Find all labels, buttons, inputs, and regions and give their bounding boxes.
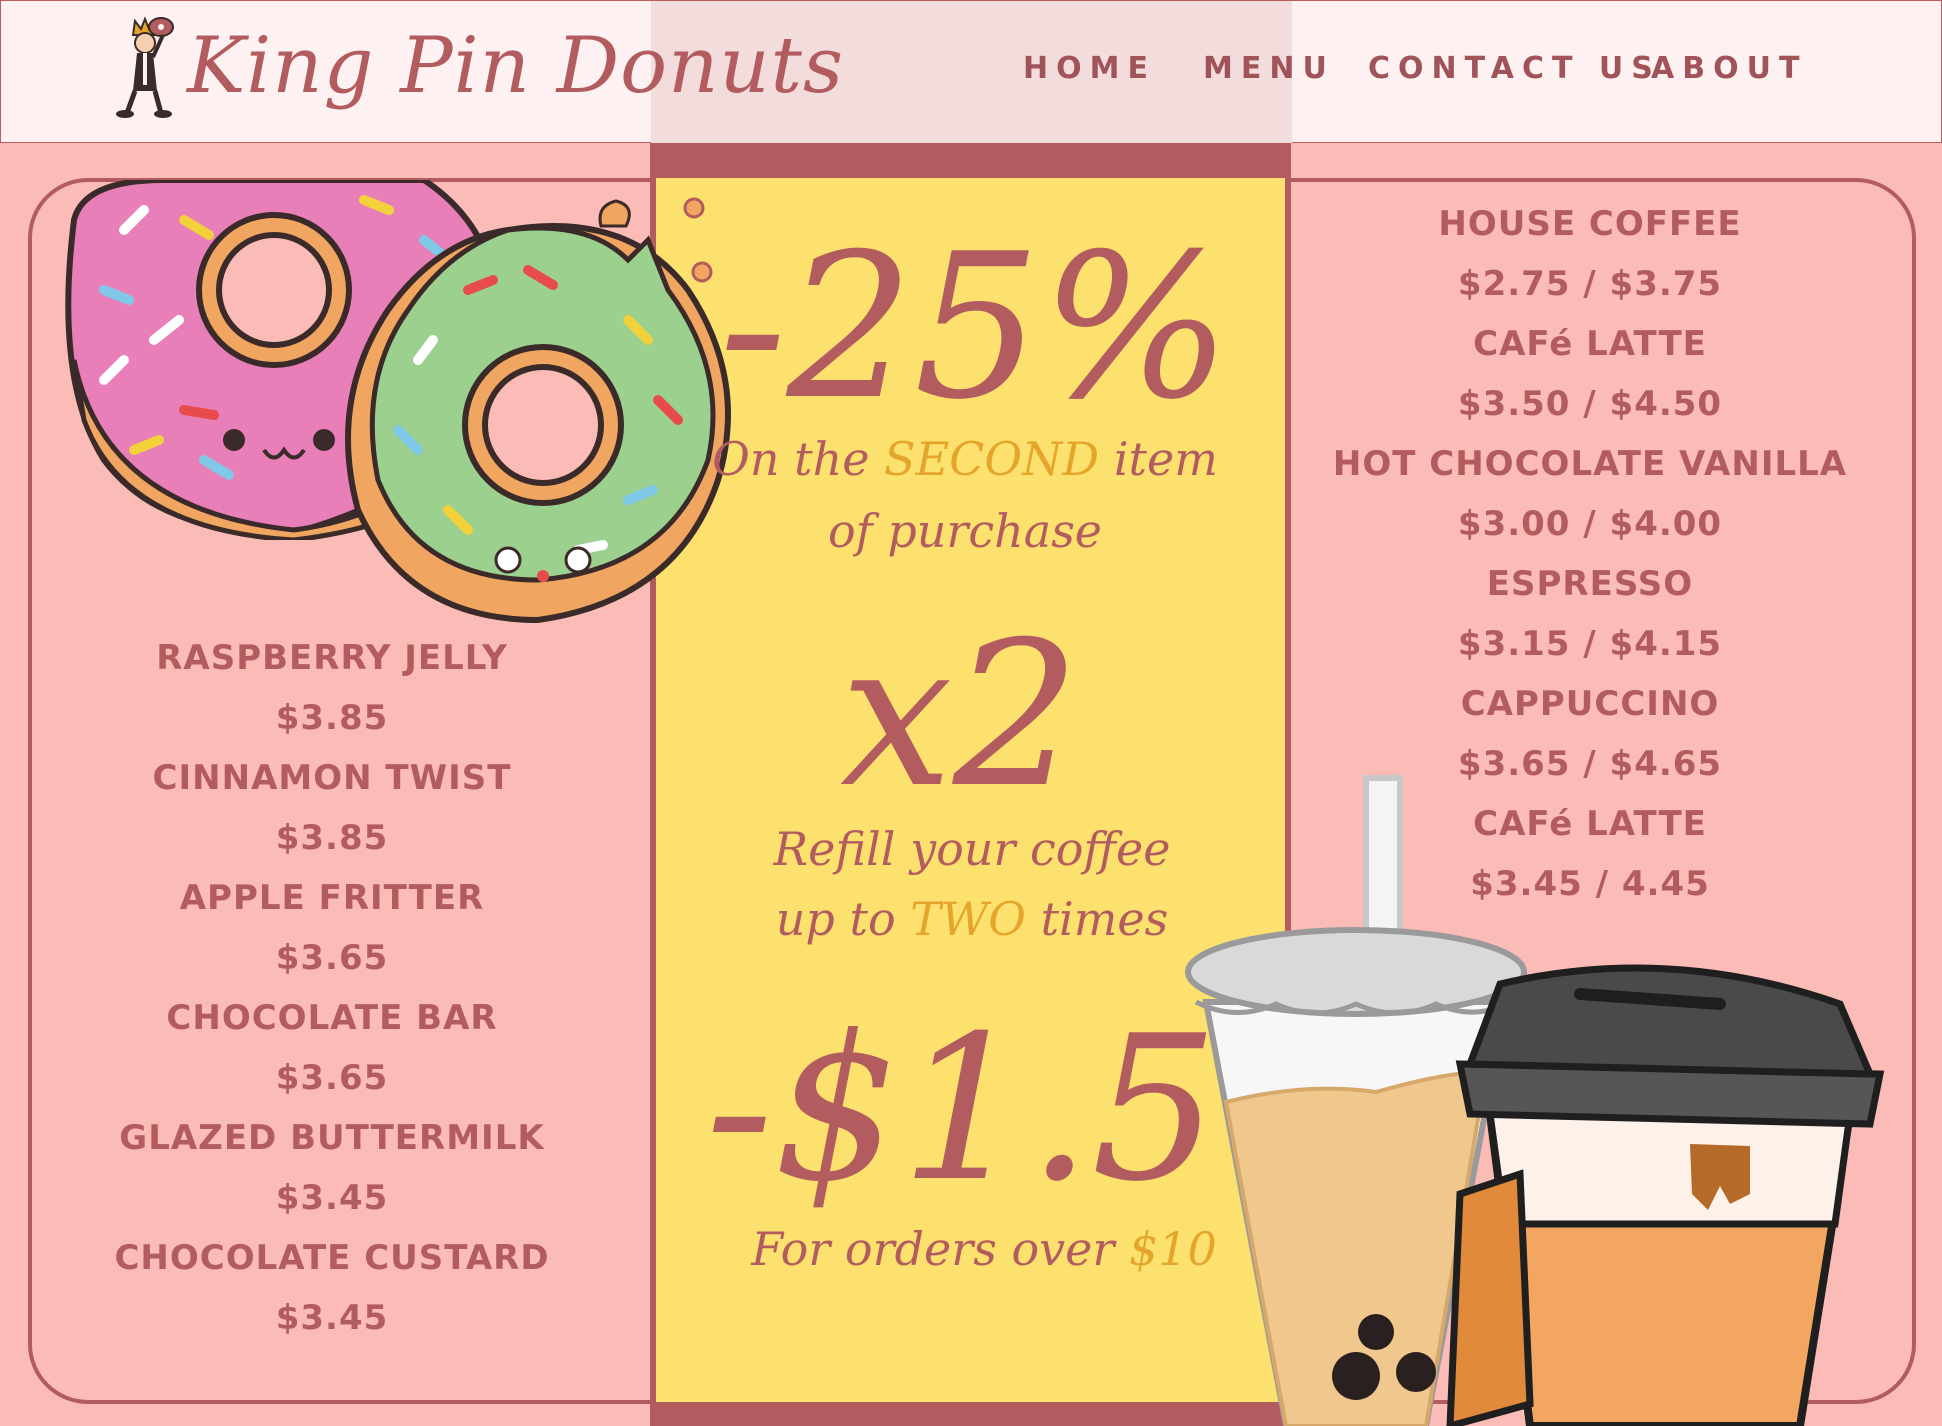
donut-name: APPLE FRITTER — [179, 878, 485, 918]
drink-price: $2.75 / $3.75 — [1457, 264, 1723, 304]
site-header: King Pin Donuts HOME MENU CONTACT US ABO… — [0, 0, 1942, 143]
donut-name: GLAZED BUTTERMILK — [119, 1118, 545, 1158]
king-mascot-icon[interactable] — [105, 13, 185, 119]
crumbs-icon — [598, 199, 631, 228]
nav-home[interactable]: HOME — [1023, 51, 1156, 86]
drink-name: HOT CHOCOLATE VANILLA — [1332, 444, 1848, 484]
donut-name: CINNAMON TWIST — [152, 758, 512, 798]
discount-value: -25% — [718, 211, 1232, 444]
drink-name: HOUSE COFFEE — [1438, 204, 1742, 244]
drink-price: $3.00 / $4.00 — [1457, 504, 1723, 544]
drink-name: CAFé LATTE — [1473, 324, 1707, 364]
refill-value: x2 — [839, 599, 1081, 832]
refill-line-2: up to TWO times — [775, 892, 1169, 946]
off-line-1: For orders over $10 — [751, 1222, 1217, 1276]
donut-price: $3.85 — [275, 818, 389, 858]
discount-highlight: SECOND — [884, 432, 1100, 486]
nav-about[interactable]: ABOUT — [1651, 51, 1807, 86]
refill-line-1: Refill your coffee — [773, 822, 1171, 876]
discount-line-2: of purchase — [827, 504, 1103, 558]
donut-price: $3.45 — [275, 1298, 389, 1338]
drink-name: ESPRESSO — [1486, 564, 1694, 604]
donut-price: $3.85 — [275, 698, 389, 738]
donut-name: CHOCOLATE CUSTARD — [114, 1238, 550, 1278]
donut-price: $3.65 — [275, 1058, 389, 1098]
coffee-cup-icon — [1446, 964, 1885, 1426]
donut-price: $3.45 — [275, 1178, 389, 1218]
brand-logo-text[interactable]: King Pin Donuts — [187, 21, 844, 111]
refill-highlight: TWO — [910, 892, 1026, 946]
donut-name: CHOCOLATE BAR — [166, 998, 498, 1038]
nav-contact-us[interactable]: CONTACT US — [1368, 51, 1661, 86]
donut-price: $3.65 — [275, 938, 389, 978]
crumbs-icon-2 — [683, 197, 713, 283]
discount-line-1: On the SECOND item — [712, 432, 1218, 486]
donut-name: RASPBERRY JELLY — [156, 638, 508, 678]
drink-price: $3.15 / $4.15 — [1457, 624, 1723, 664]
off-value: -$1.5 — [705, 993, 1219, 1226]
drink-name: CAPPUCCINO — [1460, 684, 1720, 724]
promo-panel-top-bar — [650, 143, 1291, 179]
nav-menu[interactable]: MENU — [1203, 51, 1335, 86]
drink-price: $3.50 / $4.50 — [1457, 384, 1723, 424]
